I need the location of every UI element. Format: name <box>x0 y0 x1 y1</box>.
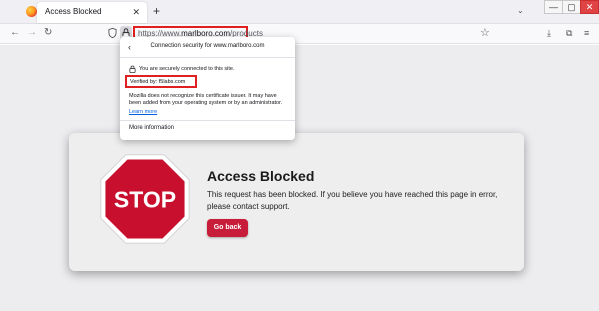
blocked-message: This request has been blocked. If you be… <box>207 190 498 211</box>
issuer-note: Mozilla does not recognize this certific… <box>129 93 283 106</box>
minimize-button[interactable]: — <box>544 0 563 14</box>
firefox-logo-icon <box>26 6 37 17</box>
divider <box>120 120 295 121</box>
reload-icon[interactable]: ↻ <box>44 27 52 39</box>
star-icon[interactable]: ☆ <box>480 27 490 39</box>
window-close-button[interactable]: ✕ <box>580 0 599 14</box>
close-icon[interactable]: ✕ <box>132 6 140 18</box>
secure-connection-text: You are securely connected to this site. <box>139 66 235 72</box>
back-arrow-icon[interactable]: ← <box>10 27 20 39</box>
maximize-button[interactable]: ▢ <box>562 0 581 14</box>
plus-icon[interactable]: + <box>153 4 160 18</box>
lock-icon <box>129 65 136 73</box>
tab-title: Access Blocked <box>45 7 102 16</box>
divider <box>120 57 295 58</box>
popup-title: Connection security for www.marlboro.com <box>150 43 265 49</box>
go-back-button[interactable]: Go back <box>207 219 248 237</box>
more-information-button[interactable]: More information <box>129 125 174 131</box>
learn-more-link[interactable]: Learn more <box>129 109 157 115</box>
forward-arrow-icon[interactable]: → <box>27 27 37 39</box>
chevron-down-icon[interactable]: ⌄ <box>517 6 524 15</box>
shield-icon[interactable] <box>108 27 117 39</box>
navigation-bar: ← → ↻ https://www.marlboro.com/products … <box>0 24 599 44</box>
tab-access-blocked[interactable]: Access Blocked ✕ <box>37 2 147 23</box>
download-icon[interactable]: ⤓ <box>547 27 551 39</box>
menu-icon[interactable]: ≡ <box>584 27 589 39</box>
verified-by-text: Verified by: f5labs.com <box>130 79 186 85</box>
extensions-icon[interactable]: ⧉ <box>566 27 572 39</box>
page-heading: Access Blocked <box>207 168 315 184</box>
stop-sign-icon: STOP <box>100 154 190 244</box>
tab-bar: Access Blocked ✕ + ⌄ — ▢ ✕ <box>0 0 599 24</box>
stop-sign-text: STOP <box>114 186 176 212</box>
verified-by-highlight: Verified by: f5labs.com <box>125 75 197 88</box>
connection-security-popup: ‹ Connection security for www.marlboro.c… <box>120 37 295 140</box>
